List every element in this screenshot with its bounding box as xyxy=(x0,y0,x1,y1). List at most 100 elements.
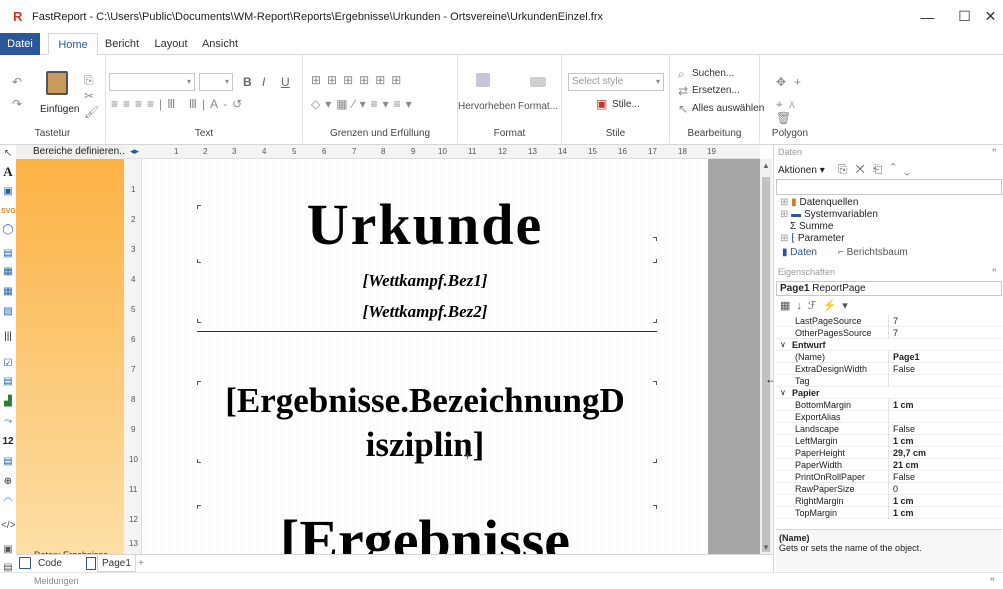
pointer-tool-icon[interactable]: ↖ xyxy=(1,147,15,161)
map-tool-icon[interactable]: ⊕ xyxy=(1,475,15,489)
data-toolbar-icons[interactable]: ⎘✕⎗⌃⌄ xyxy=(838,162,918,177)
discipline-field[interactable]: [Ergebnisse.BezeichnungD isziplin] xyxy=(142,379,708,467)
pin-icon[interactable]: ꟸ xyxy=(990,573,995,589)
format-button[interactable]: Format... xyxy=(518,101,558,112)
data-tab[interactable]: ▮ Daten xyxy=(782,247,817,258)
scroll-up-icon[interactable]: ▲ xyxy=(762,161,770,170)
replace-button[interactable]: Ersetzen... xyxy=(692,85,740,96)
barcode-tool-icon[interactable]: ||| xyxy=(1,330,15,344)
shape-tool-icon[interactable]: ◯ xyxy=(1,223,15,237)
chart-tool-icon[interactable]: ▟ xyxy=(1,395,15,409)
cellular-text-tool-icon[interactable]: 12 xyxy=(1,435,15,449)
styles-icon[interactable]: ▣ xyxy=(596,97,607,111)
tree-datasources[interactable]: ⊞ ▮ Datenquellen xyxy=(780,197,858,208)
property-row[interactable]: OtherPagesSource 7 xyxy=(776,327,1002,339)
table-tool-icon[interactable]: ▦ xyxy=(1,265,15,279)
property-row[interactable]: Tag xyxy=(776,375,1002,387)
paste-icon[interactable] xyxy=(46,71,68,95)
collapse-icon[interactable]: ∨ xyxy=(780,387,786,399)
border-icons[interactable]: ⊞⊞⊞⊞⊞⊞ xyxy=(311,73,407,87)
tab-datei[interactable]: Datei xyxy=(0,33,40,55)
property-row[interactable]: BottomMargin 1 cm xyxy=(776,399,1002,411)
svg-tool-icon[interactable]: SVG xyxy=(1,205,16,219)
object-selector[interactable]: Page1 ReportPage xyxy=(776,281,1002,296)
text-tool-icon[interactable]: A xyxy=(1,165,15,179)
property-row[interactable]: RightMargin 1 cm xyxy=(776,495,1002,507)
italic-button[interactable]: I xyxy=(262,75,265,89)
style-select[interactable]: Select style ▾ xyxy=(568,73,664,91)
polygon-move-icons[interactable]: ✥+ xyxy=(776,75,809,89)
property-row[interactable]: PrintOnRollPaper False xyxy=(776,471,1002,483)
highlight-button[interactable]: Hervorheben xyxy=(458,101,516,112)
format-icon[interactable] xyxy=(530,77,546,87)
styles-button[interactable]: Stile... xyxy=(612,99,640,110)
code-tab-icon[interactable] xyxy=(19,557,31,569)
search-icon[interactable]: ⌕ xyxy=(678,67,685,81)
copy-icon[interactable]: ⎘ xyxy=(84,73,94,87)
property-toolbar-icons[interactable]: ▦↓ℱ⚡▾ xyxy=(780,299,854,312)
data-pin-icon[interactable]: ꟸ xyxy=(992,147,997,158)
page-tool-icon[interactable]: ▤ xyxy=(1,375,15,389)
subreport-tool-icon[interactable]: ▤ xyxy=(1,247,15,261)
property-category[interactable]: ∨ Papier xyxy=(776,387,1002,399)
tree-systemvariables[interactable]: ⊞ ▬ Systemvariablen xyxy=(780,209,878,220)
canvas-vertical-scrollbar[interactable]: ▲ ▼ xyxy=(760,159,772,554)
property-category[interactable]: ∨ Entwurf xyxy=(776,339,1002,351)
replace-icon[interactable]: ⇄ xyxy=(678,84,688,98)
tab-page1[interactable]: Page1 xyxy=(97,555,136,572)
ruler-arrows-icon[interactable]: ◂▸ xyxy=(130,146,139,157)
fill-icons[interactable]: ◇▾▦⁄▾≡▾≡▾ xyxy=(311,97,417,111)
actions-dropdown[interactable]: Aktionen ▾ xyxy=(778,165,825,176)
html-tool-icon[interactable]: </> xyxy=(1,519,15,533)
property-row[interactable]: TopMargin 1 cm xyxy=(776,507,1002,519)
text-align-icons[interactable]: ≡≡≡≡|Ⅲ Ⅲ|A-↺ xyxy=(111,97,247,111)
property-row[interactable]: LastPageSource 7 xyxy=(776,315,1002,327)
tab-bericht[interactable]: Bericht xyxy=(100,33,144,55)
property-row[interactable]: PaperWidth 21 cm xyxy=(776,459,1002,471)
wettkampf-bez1-field[interactable]: [Wettkampf.Bez1] xyxy=(142,271,708,291)
picture-tool-icon[interactable]: ▣ xyxy=(1,185,15,199)
page-tab-icon[interactable] xyxy=(86,557,96,570)
select-all-button[interactable]: Alles auswählen xyxy=(692,103,764,114)
property-row[interactable]: RawPaperSize 0 xyxy=(776,483,1002,495)
property-row[interactable]: ExportAlias xyxy=(776,411,1002,423)
scroll-thumb[interactable] xyxy=(762,177,770,552)
tree-parameters[interactable]: ⊞ ⁅ Parameter xyxy=(780,233,845,244)
checkbox-tool-icon[interactable]: ☑ xyxy=(1,357,15,371)
search-button[interactable]: Suchen... xyxy=(692,68,734,79)
add-page-button[interactable]: + xyxy=(134,555,148,572)
polygon-edit-icons[interactable]: ⌖⌅🗑 xyxy=(776,97,820,125)
property-row[interactable]: (Name) Page1 xyxy=(776,351,1002,363)
title-separator-line[interactable] xyxy=(197,331,657,332)
report-title-text[interactable]: Urkunde xyxy=(142,195,708,255)
matrix-tool-icon[interactable]: ▦ xyxy=(1,285,15,299)
tab-code[interactable]: Code xyxy=(34,555,66,572)
sparkline-tool-icon[interactable]: ⤳ xyxy=(1,415,15,429)
gauge-tool-icon[interactable]: ◠ xyxy=(1,495,15,509)
property-row[interactable]: PaperHeight 29,7 cm xyxy=(776,447,1002,459)
cut-icon[interactable]: ✂ xyxy=(84,89,94,103)
scroll-down-icon[interactable]: ▼ xyxy=(762,543,770,552)
property-row[interactable]: ExtraDesignWidth False xyxy=(776,363,1002,375)
zip-code-tool-icon[interactable]: ▤ xyxy=(1,455,15,469)
undo-icon[interactable]: ↶ xyxy=(12,75,22,89)
report-tree-tab[interactable]: ⌐ Berichtsbaum xyxy=(838,247,908,258)
underline-button[interactable]: U xyxy=(281,75,290,89)
bands-panel-header[interactable]: Bereiche definieren... xyxy=(16,145,124,159)
font-name-combo[interactable]: ▾ xyxy=(109,73,195,91)
digital-signature-tool-icon[interactable]: ▣ xyxy=(1,543,15,557)
richtext-tool-icon[interactable]: ▧ xyxy=(1,305,15,319)
tree-total[interactable]: Σ Summe xyxy=(790,221,833,232)
tab-layout[interactable]: Layout xyxy=(148,33,194,55)
font-size-combo[interactable]: ▾ xyxy=(199,73,233,91)
close-button[interactable]: ✕ xyxy=(968,0,1003,33)
collapse-icon[interactable]: ∨ xyxy=(780,339,786,351)
highlight-icon[interactable] xyxy=(476,73,490,87)
format-painter-icon[interactable]: 🖌 xyxy=(84,105,99,119)
data-search-input[interactable] xyxy=(776,179,1002,195)
bold-button[interactable]: B xyxy=(243,75,252,89)
result-field-partial[interactable]: [Ergebnisse xyxy=(142,511,708,555)
redo-icon[interactable]: ↷ xyxy=(12,97,22,111)
tab-home[interactable]: Home xyxy=(48,33,98,55)
tab-ansicht[interactable]: Ansicht xyxy=(198,33,242,55)
